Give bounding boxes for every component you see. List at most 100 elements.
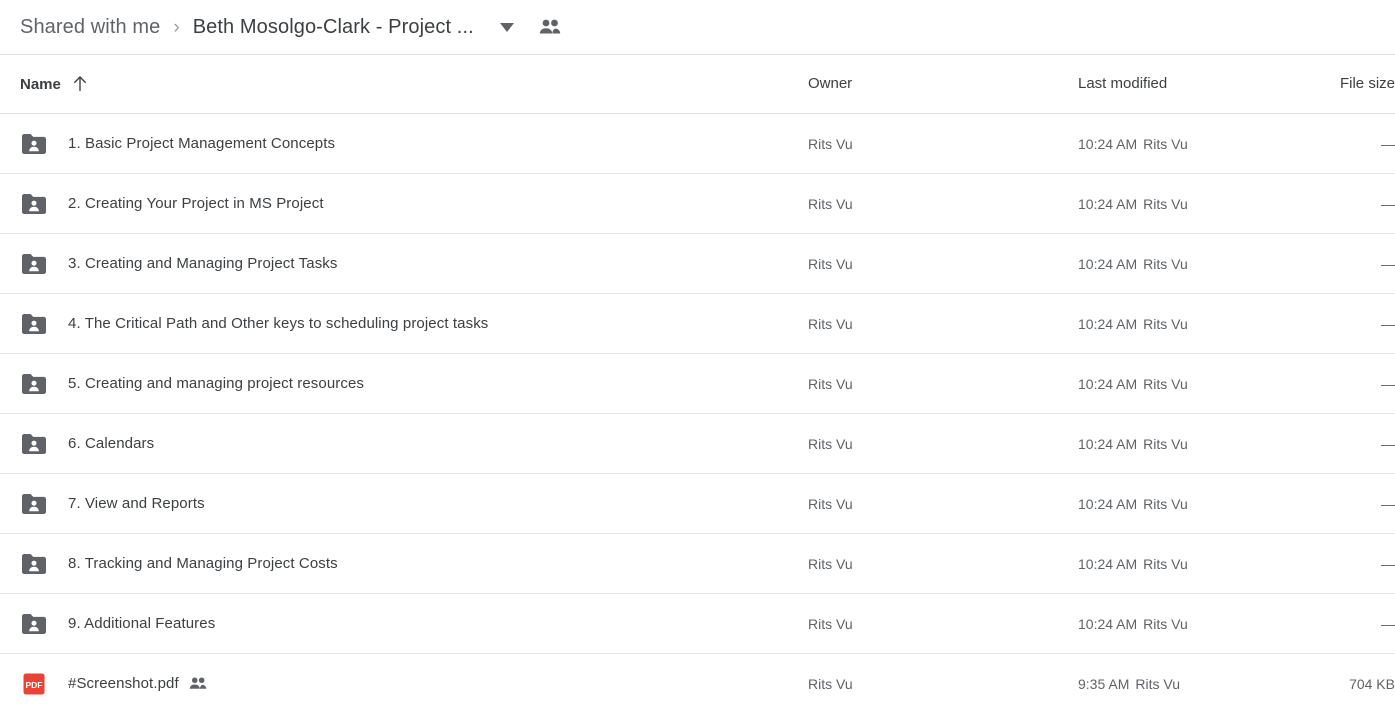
row-name-cell[interactable]: PDF #Screenshot.pdf xyxy=(0,672,808,696)
row-name-cell[interactable]: 8. Tracking and Managing Project Costs xyxy=(0,552,808,576)
row-name-label: 4. The Critical Path and Other keys to s… xyxy=(68,315,489,332)
shared-folder-icon xyxy=(20,612,48,636)
table-row[interactable]: 5. Creating and managing project resourc… xyxy=(0,354,1395,414)
table-body: 1. Basic Project Management Concepts Rits… xyxy=(0,114,1395,709)
row-modified-time: 9:35 AM xyxy=(1078,675,1130,692)
row-modified-by: Rits Vu xyxy=(1143,435,1188,452)
column-header-owner[interactable]: Owner xyxy=(808,75,1078,93)
row-name-cell[interactable]: 2. Creating Your Project in MS Project xyxy=(0,192,808,216)
column-header-file-size[interactable]: File size xyxy=(1328,75,1395,93)
shared-folder-icon xyxy=(20,432,48,456)
row-owner-cell: Rits Vu xyxy=(808,315,853,332)
table-row[interactable]: 7. View and Reports Rits Vu 10:24 AM Rits V… xyxy=(0,474,1395,534)
row-name-cell[interactable]: 1. Basic Project Management Concepts xyxy=(0,132,808,156)
row-modified-by: Rits Vu xyxy=(1143,315,1188,332)
row-file-size-cell: — xyxy=(1381,615,1395,632)
column-header-last-modified-label: Last modified xyxy=(1078,75,1168,92)
row-owner-cell: Rits Vu xyxy=(808,555,853,572)
row-modified-time: 10:24 AM xyxy=(1078,315,1138,332)
shared-folder-icon xyxy=(20,132,48,156)
row-name-label: 6. Calendars xyxy=(68,435,155,452)
row-modified-by: Rits Vu xyxy=(1135,675,1180,692)
row-name-cell[interactable]: 5. Creating and managing project resourc… xyxy=(0,372,808,396)
row-file-size-cell: — xyxy=(1381,555,1395,572)
row-owner-cell: Rits Vu xyxy=(808,135,853,152)
shared-folder-icon xyxy=(20,372,48,396)
row-name-label: 2. Creating Your Project in MS Project xyxy=(68,195,324,212)
row-owner-cell: Rits Vu xyxy=(808,615,853,632)
shared-folder-icon xyxy=(20,492,48,516)
table-row[interactable]: 4. The Critical Path and Other keys to s… xyxy=(0,294,1395,354)
table-row[interactable]: 9. Additional Features Rits Vu 10:24 AM Rit… xyxy=(0,594,1395,654)
row-last-modified-cell: 10:24 AM Rits Vu xyxy=(1078,256,1328,272)
people-icon xyxy=(538,15,562,39)
row-owner-cell: Rits Vu xyxy=(808,495,853,512)
chevron-down-icon[interactable] xyxy=(494,14,520,40)
table-row[interactable]: PDF #Screenshot.pdf Rits Vu 9:35 AM Rits Vu 7… xyxy=(0,654,1395,709)
breadcrumb-bar: Shared with me › Beth Mosolgo-Clark - Pr… xyxy=(0,0,1395,55)
breadcrumb-separator-icon: › xyxy=(173,16,180,38)
table-row[interactable]: 6. Calendars Rits Vu 10:24 AM Rits Vu — xyxy=(0,414,1395,474)
row-name-cell[interactable]: 7. View and Reports xyxy=(0,492,808,516)
row-modified-by: Rits Vu xyxy=(1143,555,1188,572)
column-header-name[interactable]: Name xyxy=(0,76,808,93)
row-modified-time: 10:24 AM xyxy=(1078,435,1138,452)
breadcrumb-current-folder[interactable]: Beth Mosolgo-Clark - Project ... xyxy=(193,16,474,39)
row-modified-time: 10:24 AM xyxy=(1078,615,1138,632)
row-name-label: 8. Tracking and Managing Project Costs xyxy=(68,555,338,572)
column-header-name-label[interactable]: Name xyxy=(20,76,61,93)
column-header-last-modified[interactable]: Last modified xyxy=(1078,75,1328,93)
row-owner-cell: Rits Vu xyxy=(808,435,853,452)
row-last-modified-cell: 10:24 AM Rits Vu xyxy=(1078,496,1328,512)
row-modified-by: Rits Vu xyxy=(1143,135,1188,152)
table-row[interactable]: 1. Basic Project Management Concepts Rits… xyxy=(0,114,1395,174)
row-last-modified-cell: 10:24 AM Rits Vu xyxy=(1078,196,1328,212)
row-file-size-cell: — xyxy=(1381,135,1395,152)
arrow-up-icon[interactable] xyxy=(73,76,87,92)
row-name-cell[interactable]: 3. Creating and Managing Project Tasks xyxy=(0,252,808,276)
shared-folder-icon xyxy=(20,312,48,336)
table-row[interactable]: 2. Creating Your Project in MS Project Ri… xyxy=(0,174,1395,234)
row-last-modified-cell: 9:35 AM Rits Vu xyxy=(1078,676,1328,692)
breadcrumb-parent-link[interactable]: Shared with me xyxy=(20,16,160,39)
shared-folder-icon xyxy=(20,252,48,276)
row-modified-by: Rits Vu xyxy=(1143,195,1188,212)
row-name-label: 7. View and Reports xyxy=(68,495,205,512)
file-list-table: Name Owner Last modified File size 1. Ba… xyxy=(0,55,1395,709)
row-last-modified-cell: 10:24 AM Rits Vu xyxy=(1078,616,1328,632)
row-name-label: #Screenshot.pdf xyxy=(68,675,179,692)
row-file-size-cell: — xyxy=(1381,315,1395,332)
row-file-size-cell: — xyxy=(1381,255,1395,272)
row-modified-by: Rits Vu xyxy=(1143,255,1188,272)
row-owner-cell: Rits Vu xyxy=(808,375,853,392)
table-row[interactable]: 8. Tracking and Managing Project Costs Ri… xyxy=(0,534,1395,594)
row-file-size-cell: — xyxy=(1381,435,1395,452)
row-last-modified-cell: 10:24 AM Rits Vu xyxy=(1078,436,1328,452)
row-last-modified-cell: 10:24 AM Rits Vu xyxy=(1078,136,1328,152)
row-last-modified-cell: 10:24 AM Rits Vu xyxy=(1078,316,1328,332)
table-header-row: Name Owner Last modified File size xyxy=(0,55,1395,114)
pdf-file-icon: PDF xyxy=(20,672,48,696)
row-file-size-cell: — xyxy=(1381,195,1395,212)
row-file-size-cell: 704 KB xyxy=(1349,675,1395,692)
row-modified-by: Rits Vu xyxy=(1143,495,1188,512)
shared-people-icon xyxy=(189,675,207,693)
row-modified-time: 10:24 AM xyxy=(1078,555,1138,572)
row-modified-by: Rits Vu xyxy=(1143,375,1188,392)
row-owner-cell: Rits Vu xyxy=(808,675,853,692)
table-row[interactable]: 3. Creating and Managing Project Tasks Ri… xyxy=(0,234,1395,294)
row-name-cell[interactable]: 6. Calendars xyxy=(0,432,808,456)
row-modified-by: Rits Vu xyxy=(1143,615,1188,632)
row-file-size-cell: — xyxy=(1381,495,1395,512)
row-file-size-cell: — xyxy=(1381,375,1395,392)
row-name-label: 9. Additional Features xyxy=(68,615,216,632)
row-name-cell[interactable]: 4. The Critical Path and Other keys to s… xyxy=(0,312,808,336)
row-modified-time: 10:24 AM xyxy=(1078,255,1138,272)
row-modified-time: 10:24 AM xyxy=(1078,495,1138,512)
shared-folder-icon xyxy=(20,552,48,576)
row-modified-time: 10:24 AM xyxy=(1078,135,1138,152)
row-name-label: 3. Creating and Managing Project Tasks xyxy=(68,255,338,272)
row-last-modified-cell: 10:24 AM Rits Vu xyxy=(1078,376,1328,392)
row-name-cell[interactable]: 9. Additional Features xyxy=(0,612,808,636)
column-header-owner-label: Owner xyxy=(808,75,853,92)
